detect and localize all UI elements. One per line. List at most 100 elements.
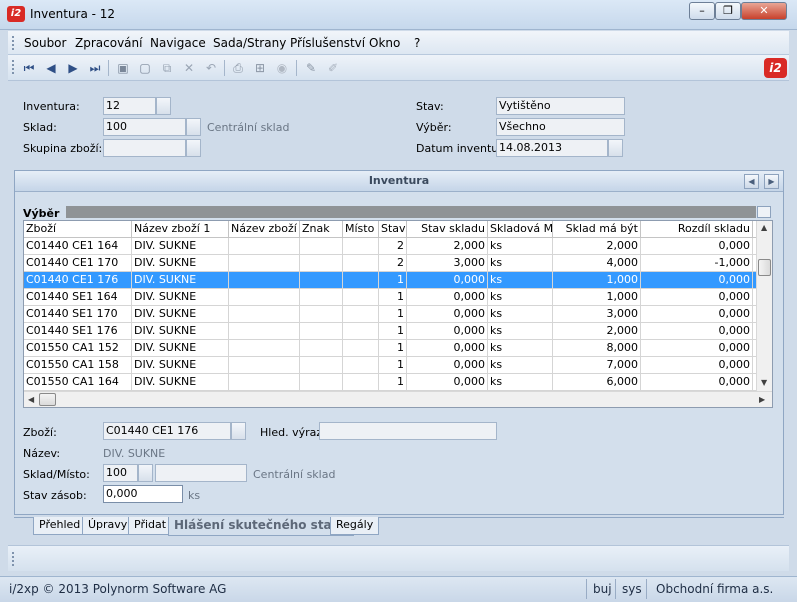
cell-stav-skladu[interactable]: 2,000 xyxy=(407,238,488,255)
menu-prislusenstvi[interactable]: Příslušenství xyxy=(290,36,365,50)
cell-znak[interactable] xyxy=(300,340,343,357)
sklad-dropdown-button[interactable] xyxy=(186,118,201,136)
copy-icon[interactable]: ⧉ xyxy=(160,61,174,75)
cell-nazev-1[interactable]: DIV. SUKNE xyxy=(132,289,229,306)
cell-nazev-2[interactable] xyxy=(229,323,300,340)
cell-znak[interactable] xyxy=(300,289,343,306)
table-row[interactable]: C01440 SE1 176 DIV. SUKNE 1 0,000 ks 2,000 0,0… xyxy=(24,323,756,340)
table-row[interactable]: C01440 SE1 164 DIV. SUKNE 1 0,000 ks 1,000 0,0… xyxy=(24,289,756,306)
cell-skladova-mj[interactable]: ks xyxy=(488,255,553,272)
scroll-down-icon[interactable]: ▼ xyxy=(761,378,767,387)
cell-misto[interactable] xyxy=(343,323,379,340)
tab-prehled[interactable]: Přehled xyxy=(33,517,87,535)
table-row[interactable]: C01550 CA1 164 DIV. SUKNE 1 0,000 ks 6,000 0,0… xyxy=(24,374,756,391)
cell-nazev-1[interactable]: DIV. SUKNE xyxy=(132,272,229,289)
misto-field[interactable] xyxy=(155,464,247,482)
sklad-field[interactable]: 100 xyxy=(103,118,186,136)
cell-nazev-2[interactable] xyxy=(229,357,300,374)
table-row[interactable]: C01550 CA1 158 DIV. SUKNE 1 0,000 ks 7,000 0,0… xyxy=(24,357,756,374)
menu-grip-icon[interactable] xyxy=(12,36,14,50)
cell-sklad-ma-byt[interactable]: 6,000 xyxy=(553,374,641,391)
bottom-grip-icon[interactable] xyxy=(12,552,14,566)
cell-nazev-1[interactable]: DIV. SUKNE xyxy=(132,255,229,272)
print-icon[interactable]: ⎙ xyxy=(231,61,245,75)
cell-stav[interactable]: 1 xyxy=(379,272,407,289)
cell-nazev-1[interactable]: DIV. SUKNE xyxy=(132,340,229,357)
cell-stav[interactable]: 1 xyxy=(379,357,407,374)
tab-hlaseni[interactable]: Hlášení skutečného stavu xyxy=(168,517,355,536)
cell-znak[interactable] xyxy=(300,272,343,289)
cell-stav[interactable]: 1 xyxy=(379,323,407,340)
cell-zbozi[interactable]: C01550 CA1 152 xyxy=(24,340,132,357)
scroll-left-icon[interactable]: ◀ xyxy=(28,395,34,404)
column-header-sklad-ma-byt[interactable]: Sklad má být xyxy=(553,221,641,238)
column-header-stav-skladu[interactable]: Stav skladu xyxy=(407,221,488,238)
cell-zbozi[interactable]: C01550 CA1 164 xyxy=(24,374,132,391)
cell-skladova-mj[interactable]: ks xyxy=(488,306,553,323)
cell-znak[interactable] xyxy=(300,238,343,255)
stav-zasob-input[interactable]: 0,000 xyxy=(103,485,183,503)
cell-znak[interactable] xyxy=(300,374,343,391)
cell-stav-skladu[interactable]: 0,000 xyxy=(407,323,488,340)
last-record-icon[interactable]: ⏭ xyxy=(88,61,102,75)
panel-next-icon[interactable]: ▶ xyxy=(764,174,779,189)
cell-skladova-mj[interactable]: ks xyxy=(488,357,553,374)
cell-stav[interactable]: 2 xyxy=(379,255,407,272)
cell-nazev-2[interactable] xyxy=(229,306,300,323)
cell-rozdil-skladu[interactable]: 0,000 xyxy=(641,357,753,374)
cell-stav-skladu[interactable]: 0,000 xyxy=(407,306,488,323)
cell-misto[interactable] xyxy=(343,255,379,272)
inventura-dropdown-button[interactable] xyxy=(156,97,171,115)
cell-skladova-mj[interactable]: ks xyxy=(488,340,553,357)
vertical-scroll-thumb[interactable] xyxy=(758,259,771,276)
cell-stav-skladu[interactable]: 0,000 xyxy=(407,289,488,306)
minimize-button[interactable]: – xyxy=(689,2,715,20)
cell-znak[interactable] xyxy=(300,357,343,374)
edit-alt-icon[interactable]: ✐ xyxy=(326,61,340,75)
zbozi-dropdown-button[interactable] xyxy=(231,422,246,440)
cell-nazev-2[interactable] xyxy=(229,255,300,272)
table-row[interactable]: C01440 CE1 164 DIV. SUKNE 2 2,000 ks 2,000 0,0… xyxy=(24,238,756,255)
cell-stav[interactable]: 1 xyxy=(379,289,407,306)
cell-nazev-1[interactable]: DIV. SUKNE xyxy=(132,357,229,374)
cell-stav[interactable]: 1 xyxy=(379,306,407,323)
cell-nazev-2[interactable] xyxy=(229,272,300,289)
scroll-right-icon[interactable]: ▶ xyxy=(759,395,765,404)
tree-icon[interactable]: ⊞ xyxy=(253,61,267,75)
table-row[interactable]: C01440 CE1 170 DIV. SUKNE 2 3,000 ks 4,000 -1,… xyxy=(24,255,756,272)
cell-misto[interactable] xyxy=(343,357,379,374)
hled-field[interactable] xyxy=(319,422,497,440)
horizontal-scrollbar[interactable]: ◀ ▶ xyxy=(24,391,772,407)
cell-znak[interactable] xyxy=(300,306,343,323)
cell-misto[interactable] xyxy=(343,306,379,323)
cell-skladova-mj[interactable]: ks xyxy=(488,272,553,289)
cell-sklad-ma-byt[interactable]: 2,000 xyxy=(553,238,641,255)
cell-sklad-ma-byt[interactable]: 3,000 xyxy=(553,306,641,323)
column-header-zbozi[interactable]: Zboží xyxy=(24,221,132,238)
cell-skladova-mj[interactable]: ks xyxy=(488,374,553,391)
skupina-field[interactable] xyxy=(103,139,186,157)
cell-skladova-mj[interactable]: ks xyxy=(488,238,553,255)
cell-zbozi[interactable]: C01440 CE1 176 xyxy=(24,272,132,289)
menu-sada-strany[interactable]: Sada/Strany xyxy=(213,36,286,50)
save-icon[interactable]: ▣ xyxy=(116,61,130,75)
cell-nazev-2[interactable] xyxy=(229,289,300,306)
cell-zbozi[interactable]: C01440 CE1 164 xyxy=(24,238,132,255)
menu-zpracovani[interactable]: Zpracování xyxy=(75,36,142,50)
cell-znak[interactable] xyxy=(300,323,343,340)
column-header-rozdil-skladu[interactable]: Rozdíl skladu xyxy=(641,221,753,238)
cell-nazev-1[interactable]: DIV. SUKNE xyxy=(132,323,229,340)
new-document-icon[interactable]: ▢ xyxy=(138,61,152,75)
cell-rozdil-skladu[interactable]: 0,000 xyxy=(641,340,753,357)
menu-help[interactable]: ? xyxy=(414,36,420,50)
cell-rozdil-skladu[interactable]: 0,000 xyxy=(641,272,753,289)
cell-stav-skladu[interactable]: 0,000 xyxy=(407,374,488,391)
column-header-nazev-2[interactable]: Název zboží 2 xyxy=(229,221,300,238)
tab-pridat[interactable]: Přidat xyxy=(128,517,173,535)
cell-misto[interactable] xyxy=(343,238,379,255)
column-header-stav[interactable]: Stav xyxy=(379,221,407,238)
cell-nazev-2[interactable] xyxy=(229,374,300,391)
column-header-skladova-mj[interactable]: Skladová MJ xyxy=(488,221,553,238)
tab-upravy[interactable]: Úpravy xyxy=(82,517,134,535)
cell-nazev-1[interactable]: DIV. SUKNE xyxy=(132,238,229,255)
